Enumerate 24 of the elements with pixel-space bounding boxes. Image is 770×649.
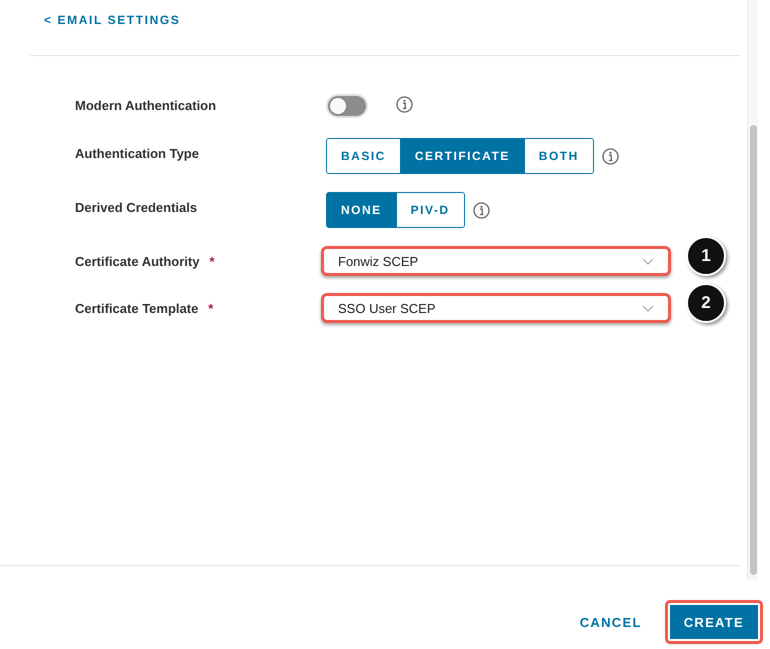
scrollbar[interactable] <box>747 0 758 580</box>
back-link[interactable]: < EMAIL SETTINGS <box>44 13 180 27</box>
select-field[interactable]: SSO User SCEP <box>321 293 671 323</box>
segment-option[interactable]: CERTIFICATE <box>400 139 525 173</box>
toggle-switch[interactable] <box>326 94 368 118</box>
field-label: Modern Authentication <box>75 98 216 113</box>
info-icon[interactable] <box>472 202 490 218</box>
cancel-button[interactable]: CANCEL <box>574 603 648 641</box>
required-mark: * <box>208 301 214 316</box>
select-field[interactable]: Fonwiz SCEP <box>321 246 671 276</box>
chevron-icon <box>642 304 654 312</box>
create-button[interactable]: CREATE <box>668 603 760 641</box>
field-label: Derived Credentials <box>75 200 198 215</box>
info-icon[interactable] <box>602 148 619 164</box>
field-label: Certificate Template <box>75 301 198 316</box>
callout-badge: 1 <box>686 236 726 276</box>
segment-option[interactable]: BASIC <box>327 139 401 173</box>
field-label: Certificate Authority <box>75 254 200 269</box>
field-label: Authentication Type <box>75 146 199 161</box>
chevron-icon <box>642 258 654 264</box>
segment-option[interactable]: NONE <box>327 193 397 227</box>
callout-badge: 2 <box>686 283 726 323</box>
required-mark: * <box>209 254 215 269</box>
info-icon[interactable] <box>396 96 413 112</box>
